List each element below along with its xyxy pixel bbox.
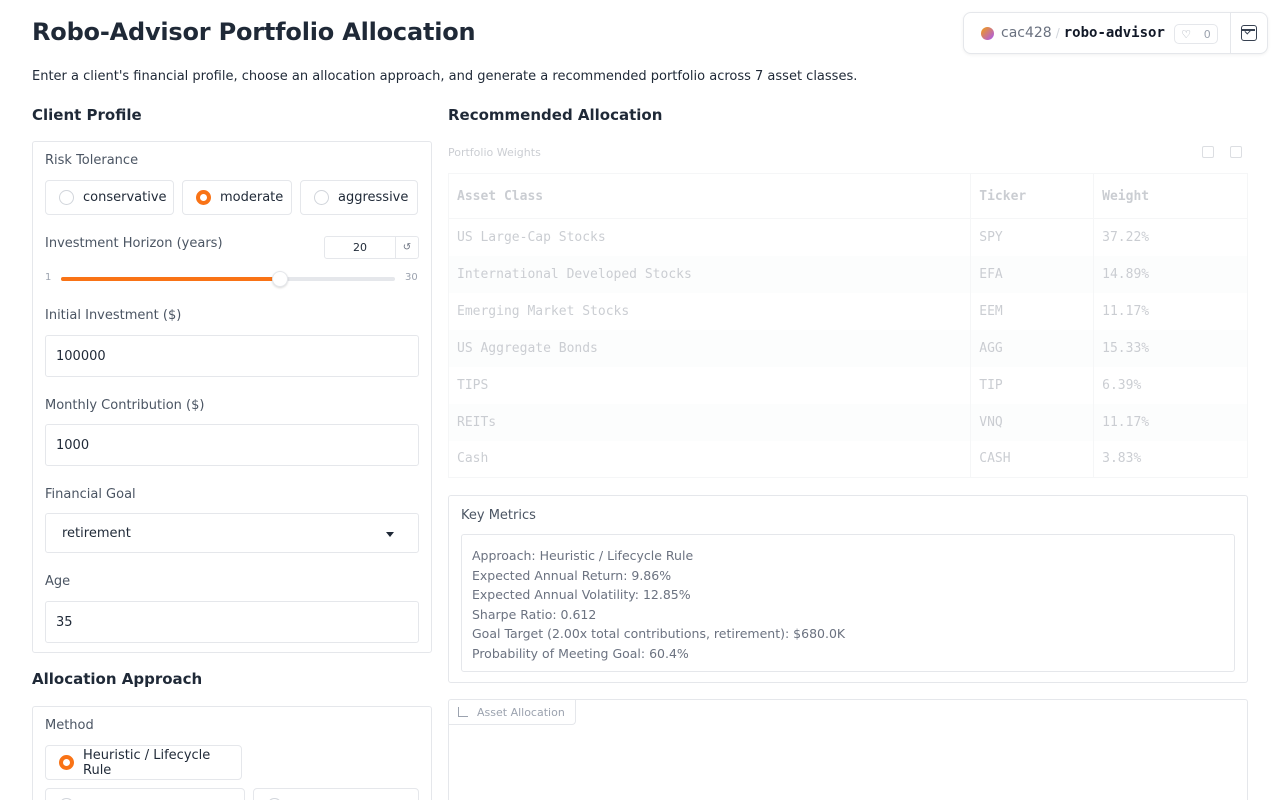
- metric-line: Probability of Meeting Goal: 60.4%: [472, 645, 689, 661]
- radio-selected-icon: [59, 755, 74, 770]
- table-cell: 6.39%: [1093, 366, 1248, 404]
- plot-label-tag: Asset Allocation: [449, 700, 576, 725]
- slider-thumb[interactable]: [272, 271, 288, 287]
- page-title: Robo-Advisor Portfolio Allocation: [32, 18, 476, 46]
- table-cell: TIP: [970, 366, 1094, 404]
- age-input[interactable]: 35: [45, 601, 419, 643]
- table-row: TIPS TIP 6.39%: [449, 366, 1248, 404]
- risk-option-label: aggressive: [338, 190, 409, 205]
- fullscreen-icon[interactable]: [1230, 146, 1242, 158]
- metric-line: Goal Target (2.00x total contributions, …: [472, 626, 846, 641]
- column-header[interactable]: Weight: [1093, 173, 1248, 219]
- space-repo-name[interactable]: robo-advisor: [1064, 25, 1165, 41]
- risk-option-label: conservative: [83, 190, 167, 205]
- table-row: Cash CASH 3.83%: [449, 440, 1248, 478]
- plot-label: Asset Allocation: [477, 705, 565, 719]
- copy-icon[interactable]: [1202, 146, 1214, 158]
- table-cell: EFA: [970, 255, 1094, 293]
- metric-line: Sharpe Ratio: 0.612: [472, 606, 597, 622]
- initial-investment-label: Initial Investment ($): [45, 308, 182, 323]
- slider-fill: [61, 277, 280, 281]
- table-cell: CASH: [970, 440, 1094, 478]
- table-row: Emerging Market Stocks EEM 11.17%: [449, 292, 1248, 330]
- asset-allocation-plot: Asset Allocation: [448, 699, 1248, 800]
- age-label: Age: [45, 574, 71, 589]
- space-avatar-icon: [981, 26, 994, 40]
- reset-icon[interactable]: ↺: [395, 236, 419, 259]
- risk-option-label: moderate: [220, 190, 284, 205]
- table-cell: 37.22%: [1093, 218, 1248, 256]
- column-header[interactable]: Asset Class: [448, 173, 971, 219]
- portfolio-weights-table: Asset Class Ticker Weight US Large-Cap S…: [448, 173, 1248, 478]
- table-cell: 14.89%: [1093, 255, 1248, 293]
- table-cell: US Aggregate Bonds: [448, 329, 971, 367]
- risk-option-aggressive[interactable]: aggressive: [300, 180, 418, 215]
- method-option-heuristic[interactable]: Heuristic / Lifecycle Rule: [45, 745, 242, 780]
- table-cell: 11.17%: [1093, 292, 1248, 330]
- method-option-2[interactable]: [45, 788, 245, 800]
- metric-line: Approach: Heuristic / Lifecycle Rule: [472, 548, 694, 563]
- risk-option-moderate[interactable]: moderate: [182, 180, 292, 215]
- client-profile-panel: [32, 141, 432, 653]
- table-cell: VNQ: [970, 403, 1094, 441]
- table-cell: 11.17%: [1093, 403, 1248, 441]
- table-row: US Large-Cap Stocks SPY 37.22%: [449, 218, 1248, 256]
- table-cell: International Developed Stocks: [448, 255, 971, 293]
- client-profile-title: Client Profile: [32, 106, 142, 124]
- method-option-label: Heuristic / Lifecycle Rule: [83, 747, 211, 778]
- metric-line: Expected Annual Volatility: 12.85%: [472, 587, 691, 602]
- table-cell: REITs: [448, 403, 971, 441]
- allocation-approach-title: Allocation Approach: [32, 670, 203, 688]
- space-separator: /: [1055, 26, 1060, 40]
- radio-circle-icon: [59, 190, 74, 205]
- heart-icon: ♡: [1181, 27, 1192, 41]
- horizon-slider[interactable]: [61, 271, 395, 287]
- radio-circle-icon: [314, 190, 329, 205]
- table-row: US Aggregate Bonds AGG 15.33%: [448, 329, 1248, 367]
- key-metrics-panel: Key Metrics Approach: Heuristic / Lifecy…: [448, 495, 1248, 683]
- portfolio-weights-label: Portfolio Weights: [448, 146, 541, 159]
- like-count: 0: [1203, 27, 1211, 41]
- table-cell: 15.33%: [1093, 329, 1248, 367]
- table-row: International Developed Stocks EFA 14.89…: [448, 255, 1248, 293]
- risk-tolerance-label: Risk Tolerance: [45, 153, 139, 168]
- chart-icon: [458, 707, 468, 717]
- key-metrics-title: Key Metrics: [461, 508, 536, 523]
- table-cell: EEM: [970, 292, 1094, 330]
- dropdown-value: retirement: [62, 525, 131, 541]
- table-row: REITs VNQ 11.17%: [448, 403, 1248, 441]
- key-metrics-textbox: Approach: Heuristic / Lifecycle Rule Exp…: [461, 534, 1235, 672]
- table-cell: US Large-Cap Stocks: [457, 229, 606, 245]
- slider-min-label: 1: [45, 272, 52, 283]
- space-badge: cac428 / robo-advisor ♡ 0: [963, 12, 1268, 54]
- monthly-contribution-input[interactable]: 1000: [45, 424, 419, 466]
- method-label: Method: [45, 718, 94, 733]
- method-option-3[interactable]: [253, 788, 419, 800]
- page-description: Enter a client's financial profile, choo…: [32, 69, 858, 84]
- badge-divider: [1230, 13, 1231, 53]
- chevron-down-icon: [386, 532, 394, 537]
- financial-goal-label: Financial Goal: [45, 487, 136, 502]
- column-header[interactable]: Ticker: [970, 173, 1094, 219]
- radio-selected-icon: [196, 190, 211, 205]
- table-cell: 3.83%: [1093, 440, 1248, 478]
- recommended-allocation-title: Recommended Allocation: [448, 106, 663, 124]
- financial-goal-dropdown[interactable]: retirement: [45, 513, 419, 553]
- like-button[interactable]: ♡ 0: [1174, 24, 1218, 44]
- horizon-label: Investment Horizon (years): [45, 236, 223, 251]
- monthly-contribution-label: Monthly Contribution ($): [45, 398, 205, 413]
- table-cell: AGG: [970, 329, 1094, 367]
- horizon-number-input[interactable]: 20: [324, 236, 396, 259]
- space-owner[interactable]: cac428: [1001, 25, 1052, 41]
- initial-investment-input[interactable]: 100000: [45, 335, 419, 377]
- table-cell: Cash: [457, 451, 489, 467]
- table-cell: SPY: [970, 218, 1094, 256]
- table-cell: TIPS: [457, 377, 489, 393]
- risk-option-conservative[interactable]: conservative: [45, 180, 174, 215]
- collapse-icon[interactable]: [1241, 25, 1257, 41]
- slider-max-label: 30: [405, 272, 418, 283]
- metric-line: Expected Annual Return: 9.86%: [472, 567, 672, 583]
- table-cell: Emerging Market Stocks: [457, 303, 630, 319]
